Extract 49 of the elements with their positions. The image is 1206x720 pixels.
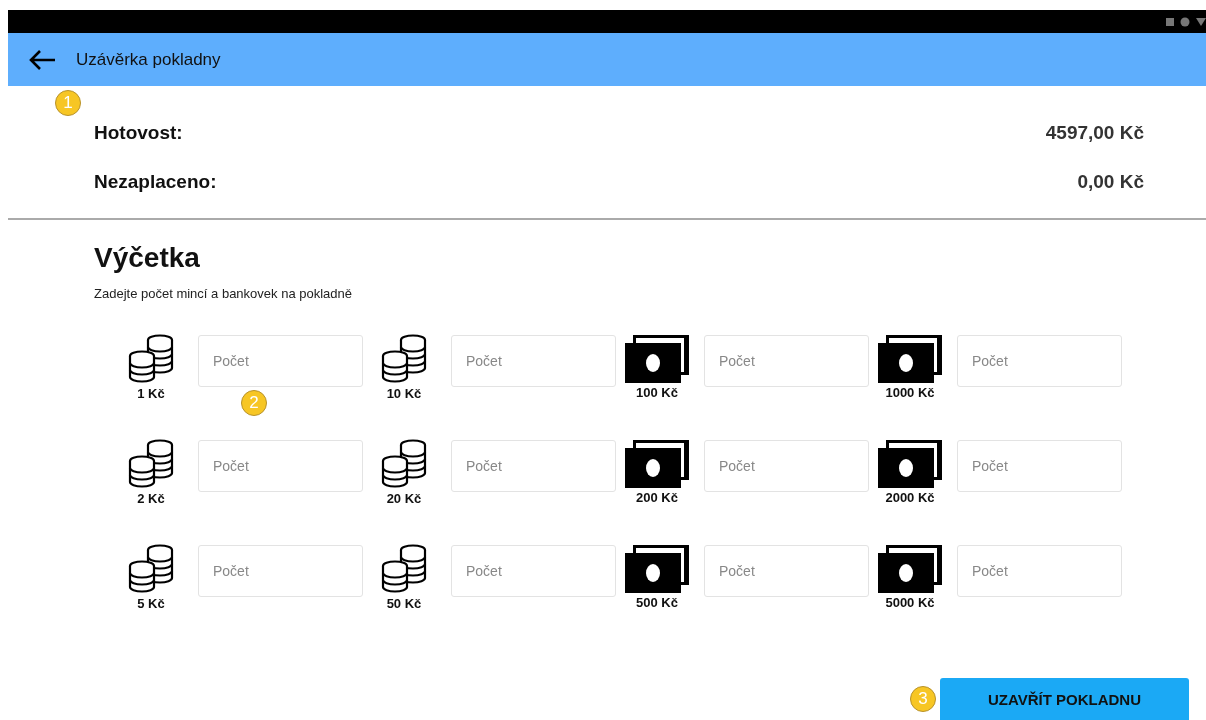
count-field[interactable]: Počet — [451, 544, 616, 597]
system-status-icons — [1166, 16, 1206, 27]
count-field[interactable]: Počet — [451, 334, 616, 387]
denomination-label: 20 Kč — [386, 491, 422, 506]
close-register-button[interactable]: UZAVŘÍT POKLADNU — [940, 678, 1189, 720]
coins-icon — [127, 334, 175, 384]
count-field[interactable]: Počet — [957, 544, 1122, 597]
banknotes-icon — [878, 335, 942, 383]
count-field[interactable]: Počet — [198, 439, 363, 492]
count-field[interactable]: Počet — [957, 439, 1122, 492]
count-field[interactable]: Počet — [704, 439, 869, 492]
section-heading: Výčetka — [94, 242, 201, 274]
instruction-text: Zadejte počet mincí a bankovek na pokladně — [94, 286, 353, 301]
coins-icon — [380, 544, 428, 594]
denomination-label: 200 Kč — [636, 490, 678, 505]
coins-icon — [127, 544, 175, 594]
banknotes-icon — [625, 545, 689, 593]
summary-value: 0,00 Kč — [1077, 170, 1144, 193]
denomination-label: 50 Kč — [386, 596, 422, 611]
denomination-label: 5000 Kč — [885, 595, 935, 610]
denomination-label: 500 Kč — [636, 595, 678, 610]
denomination-label: 2 Kč — [137, 491, 165, 506]
count-field[interactable]: Počet — [451, 439, 616, 492]
coins-icon — [380, 439, 428, 489]
count-field[interactable]: Počet — [957, 334, 1122, 387]
back-arrow-icon[interactable] — [28, 48, 56, 71]
step-marker: 1 — [55, 90, 81, 116]
denomination-label: 100 Kč — [636, 385, 678, 400]
count-field[interactable]: Počet — [704, 544, 869, 597]
count-field[interactable]: Počet — [198, 334, 363, 387]
summary-label: Nezaplaceno: — [94, 170, 217, 193]
summary-value: 4597,00 Kč — [1045, 121, 1144, 144]
denomination-label: 5 Kč — [137, 596, 165, 611]
denomination-label: 2000 Kč — [885, 490, 935, 505]
count-field[interactable]: Počet — [704, 334, 869, 387]
coins-icon — [380, 334, 428, 384]
banknotes-icon — [878, 545, 942, 593]
denomination-label: 1000 Kč — [885, 385, 935, 400]
banknotes-icon — [625, 440, 689, 488]
denomination-label: 10 Kč — [386, 386, 422, 401]
banknotes-icon — [625, 335, 689, 383]
coins-icon — [127, 439, 175, 489]
step-marker: 2 — [241, 390, 267, 416]
banknotes-icon — [878, 440, 942, 488]
screen-title: Uzávěrka pokladny — [76, 49, 221, 70]
summary-label: Hotovost: — [94, 121, 183, 144]
step-marker: 3 — [910, 686, 936, 712]
count-field[interactable]: Počet — [198, 544, 363, 597]
denomination-label: 1 Kč — [137, 386, 165, 401]
